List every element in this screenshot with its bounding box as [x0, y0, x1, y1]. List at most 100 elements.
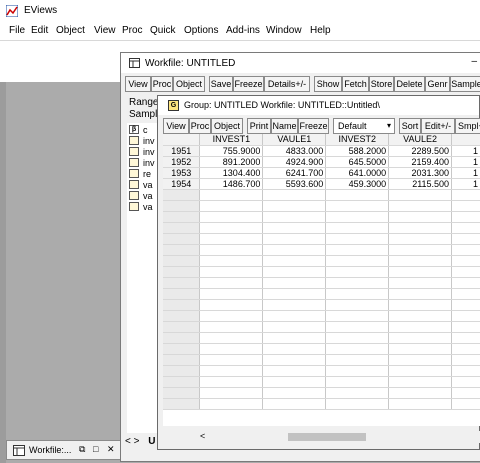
table-cell[interactable] [262, 277, 327, 289]
grp-view-button[interactable]: View [163, 118, 189, 134]
grp-name-button[interactable]: Name [271, 118, 298, 134]
table-cell[interactable] [388, 189, 453, 201]
table-cell[interactable] [388, 343, 453, 355]
table-cell[interactable] [262, 365, 327, 377]
table-cell[interactable] [199, 332, 264, 344]
table-cell[interactable]: 6241.700 [262, 167, 327, 179]
wf-object-button[interactable]: Object [173, 76, 205, 92]
table-cell[interactable] [388, 200, 453, 212]
table-cell[interactable]: 645.5000 [325, 156, 390, 168]
row-header[interactable] [163, 288, 201, 300]
wf-store-button[interactable]: Store [369, 76, 394, 92]
menu-help[interactable]: Help [310, 25, 331, 36]
group-titlebar[interactable]: G Group: UNTITLED Workfile: UNTITLED::Un… [158, 96, 479, 115]
table-cell[interactable]: 588.2000 [325, 145, 390, 157]
minimized-workfile-window[interactable]: Workfile:... ⧉ □ ✕ [6, 440, 121, 460]
table-cell[interactable] [262, 376, 327, 388]
scrollbar-thumb[interactable] [288, 433, 366, 441]
table-cell[interactable]: 755.9000 [199, 145, 264, 157]
table-cell[interactable] [262, 343, 327, 355]
table-cell[interactable] [262, 387, 327, 399]
table-cell[interactable] [451, 310, 480, 322]
display-format-dropdown[interactable]: Default ▾ [333, 118, 395, 134]
row-header[interactable] [163, 398, 201, 410]
table-cell[interactable] [325, 200, 390, 212]
table-cell[interactable] [262, 354, 327, 366]
row-header[interactable] [163, 343, 201, 355]
table-cell[interactable] [325, 343, 390, 355]
table-cell[interactable] [388, 244, 453, 256]
table-cell[interactable] [451, 288, 480, 300]
row-header[interactable]: 1951 [163, 145, 201, 157]
row-header[interactable] [163, 354, 201, 366]
table-cell[interactable] [325, 244, 390, 256]
wf-sample-button[interactable]: Sample [450, 76, 480, 92]
table-cell[interactable] [199, 387, 264, 399]
table-cell[interactable] [199, 266, 264, 278]
column-header[interactable]: INVEST2 [325, 134, 390, 146]
row-header[interactable] [163, 222, 201, 234]
table-cell[interactable] [451, 365, 480, 377]
table-cell[interactable]: 891.2000 [199, 156, 264, 168]
menu-proc[interactable]: Proc [122, 25, 143, 36]
menu-object[interactable]: Object [56, 25, 85, 36]
table-cell[interactable] [451, 211, 480, 223]
table-cell[interactable] [388, 266, 453, 278]
wf-show-button[interactable]: Show [314, 76, 342, 92]
wf-freeze-button[interactable]: Freeze [233, 76, 264, 92]
table-cell[interactable] [199, 189, 264, 201]
table-cell[interactable] [262, 266, 327, 278]
table-cell[interactable] [451, 233, 480, 245]
table-cell[interactable] [199, 277, 264, 289]
grp-edit-button[interactable]: Edit+/- [421, 118, 455, 134]
table-cell[interactable] [199, 255, 264, 267]
table-cell[interactable] [199, 365, 264, 377]
table-cell[interactable] [199, 288, 264, 300]
table-cell[interactable] [388, 387, 453, 399]
column-header[interactable]: INVEST1 [199, 134, 264, 146]
row-header[interactable] [163, 365, 201, 377]
table-cell[interactable] [451, 266, 480, 278]
table-cell[interactable] [388, 365, 453, 377]
table-cell[interactable]: 1 [451, 145, 480, 157]
table-cell[interactable] [325, 310, 390, 322]
wf-fetch-button[interactable]: Fetch [342, 76, 369, 92]
grp-smpl-button[interactable]: Smpl+/- [455, 118, 480, 134]
table-cell[interactable] [325, 365, 390, 377]
row-header[interactable] [163, 387, 201, 399]
row-header[interactable] [163, 321, 201, 333]
table-cell[interactable] [325, 266, 390, 278]
close-icon[interactable]: ✕ [107, 444, 115, 455]
table-cell[interactable] [451, 255, 480, 267]
row-header[interactable] [163, 332, 201, 344]
row-header[interactable]: 1953 [163, 167, 201, 179]
table-cell[interactable] [388, 277, 453, 289]
table-cell[interactable] [325, 211, 390, 223]
table-cell[interactable] [262, 244, 327, 256]
table-cell[interactable] [388, 310, 453, 322]
row-header[interactable]: 1954 [163, 178, 201, 190]
table-cell[interactable] [325, 255, 390, 267]
table-cell[interactable] [451, 244, 480, 256]
table-cell[interactable] [325, 332, 390, 344]
table-cell[interactable] [262, 398, 327, 410]
horizontal-scrollbar[interactable]: < [198, 431, 480, 443]
table-cell[interactable] [199, 354, 264, 366]
maximize-icon[interactable]: □ [93, 444, 98, 454]
table-cell[interactable] [388, 376, 453, 388]
page-nav-arrows[interactable]: < > [125, 436, 139, 447]
wf-view-button[interactable]: View [125, 76, 151, 92]
wf-proc-button[interactable]: Proc [151, 76, 173, 92]
menu-edit[interactable]: Edit [31, 25, 48, 36]
table-cell[interactable] [451, 387, 480, 399]
table-cell[interactable] [262, 189, 327, 201]
scroll-left-arrow[interactable]: < [200, 431, 205, 441]
table-cell[interactable] [388, 299, 453, 311]
table-cell[interactable] [199, 200, 264, 212]
table-cell[interactable] [262, 321, 327, 333]
table-cell[interactable] [325, 288, 390, 300]
table-cell[interactable] [262, 255, 327, 267]
table-cell[interactable] [451, 354, 480, 366]
table-cell[interactable] [451, 299, 480, 311]
table-cell[interactable] [325, 387, 390, 399]
